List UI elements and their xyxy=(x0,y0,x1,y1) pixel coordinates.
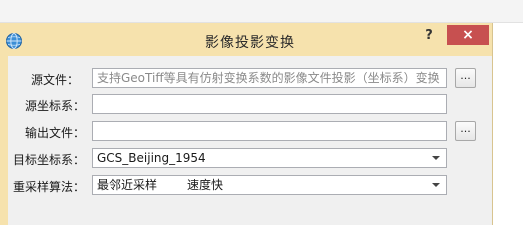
output-file-label: 输出文件： xyxy=(25,126,86,140)
help-button[interactable]: ? xyxy=(416,26,442,46)
output-file-input[interactable] xyxy=(92,121,447,141)
source-file-browse-button[interactable]: ... xyxy=(455,68,476,88)
source-crs-field[interactable] xyxy=(92,94,447,114)
dialog-title: 影像投影变换 xyxy=(205,35,295,51)
target-crs-selected-value: GCS_Beijing_1954 xyxy=(97,151,206,165)
globe-icon xyxy=(5,32,23,50)
target-crs-label: 目标坐标系： xyxy=(13,153,86,167)
resampling-dropdown[interactable]: 最邻近采样 速度快 xyxy=(92,175,447,195)
resampling-selected-value: 最邻近采样 xyxy=(97,178,158,192)
source-crs-label: 源坐标系： xyxy=(25,99,86,113)
projection-dialog: 影像投影变换 ? × 源文件： 支持GeoTiff等具有仿射变换系数的影像文件投… xyxy=(0,23,493,225)
target-crs-dropdown[interactable]: GCS_Beijing_1954 xyxy=(92,148,447,168)
title-bar[interactable]: 影像投影变换 ? × xyxy=(0,23,492,56)
output-file-browse-button[interactable]: ... xyxy=(455,121,476,141)
screenshot-stage: 影像投影变换 ? × 源文件： 支持GeoTiff等具有仿射变换系数的影像文件投… xyxy=(0,0,523,225)
chevron-down-icon xyxy=(432,183,440,187)
chevron-down-icon xyxy=(432,156,440,160)
resampling-label: 重采样算法： xyxy=(13,180,86,194)
source-file-label: 源文件： xyxy=(31,73,80,87)
background-window-strip xyxy=(0,0,523,23)
dialog-client-area: 源文件： 支持GeoTiff等具有仿射变换系数的影像文件投影（坐标系）变换 ..… xyxy=(8,56,492,225)
resampling-speed-note: 速度快 xyxy=(187,178,224,192)
close-button[interactable]: × xyxy=(447,25,489,45)
source-file-input[interactable]: 支持GeoTiff等具有仿射变换系数的影像文件投影（坐标系）变换 xyxy=(92,68,447,88)
